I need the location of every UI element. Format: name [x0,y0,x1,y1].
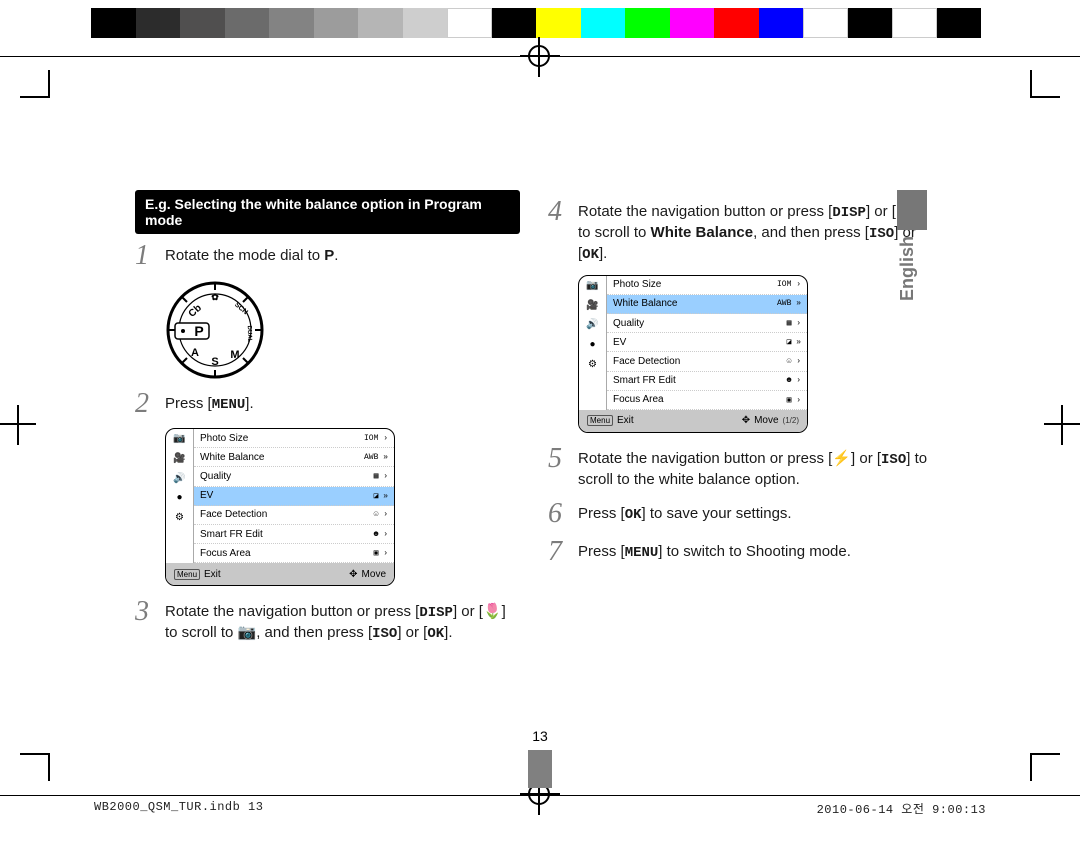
macro-icon: 🌷 [483,603,502,620]
osd-row: Smart FR Edit☻ › [194,525,394,544]
svg-text:✿: ✿ [211,292,219,302]
gear-tab-icon: ⚙ [166,508,193,528]
iso-button-label: ISO [372,626,397,642]
step-5: 5 Rotate the navigation button or press … [548,445,933,490]
left-column: E.g. Selecting the white balance option … [135,190,520,654]
example-heading: E.g. Selecting the white balance option … [135,190,520,234]
osd-row-selected: EV◪ » [194,487,394,506]
trim-tick [1030,96,1060,98]
camera-tab-icon: 📷 [579,276,606,296]
menu-button-label: MENU [212,397,246,413]
page-number-bar [528,750,552,788]
page-number: 13 [532,728,548,744]
step-number: 3 [135,598,155,644]
gear-tab-icon: ⚙ [579,354,606,374]
osd-tab-icons: 📷 🎥 🔊 ● ⚙ [166,429,194,563]
camera-tab-icon: 📷 [166,429,193,449]
osd-row: Face Detection☺ › [607,352,807,371]
step-7: 7 Press [MENU] to switch to Shooting mod… [548,538,933,566]
osd-footer: MenuExit ✥Move(1/2) [579,410,807,432]
language-tab: English [897,190,927,301]
svg-text:P: P [194,323,203,339]
step-number: 4 [548,198,568,265]
video-tab-icon: 🎥 [166,449,193,469]
nav-icon: ✥ [349,569,357,580]
trim-tick [20,96,50,98]
trim-tick [1030,70,1032,98]
osd-row-selected: White BalanceAWB » [607,295,807,314]
step-number: 6 [548,500,568,528]
osd-row: Photo SizeIOM › [194,429,394,448]
prepress-footer: WB2000_QSM_TUR.indb 13 2010-06-14 오전 9:0… [94,800,986,817]
osd-row: EV◪ » [607,333,807,352]
ok-button-label: OK [427,626,444,642]
osd-row: Quality▦ › [194,467,394,486]
color-calibration-bar [91,8,981,38]
disp-button-label: DISP [832,205,866,221]
trim-tick [1030,753,1060,755]
white-balance-label: White Balance [651,224,754,241]
language-tab-bar [897,190,927,230]
iso-button-label: ISO [869,226,894,242]
flash-icon: ⚡ [832,450,851,467]
dot-tab-icon: ● [579,335,606,355]
sound-tab-icon: 🔊 [579,315,606,335]
svg-text:A: A [191,347,199,359]
right-column: English 4 Rotate the navigation button o… [548,190,933,654]
svg-text:SCN: SCN [233,301,249,316]
osd-row: White BalanceAWB » [194,448,394,467]
osd-row: Face Detection☺ › [194,506,394,525]
trim-tick [1030,753,1032,781]
step-number: 2 [135,390,155,418]
osd-footer: MenuExit ✥Move [166,563,394,585]
ok-button-label: OK [582,247,599,263]
camera-icon: 📷 [238,624,257,641]
trim-tick [48,70,50,98]
svg-text:S: S [211,356,218,368]
osd-row: Focus Area▣ › [607,391,807,410]
menu-osd-1: 📷 🎥 🔊 ● ⚙ Photo SizeIOM › White BalanceA… [165,428,395,586]
video-tab-icon: 🎥 [579,295,606,315]
step-3: 3 Rotate the navigation button or press … [135,598,520,644]
menu-button-label: MENU [625,545,659,561]
trim-tick [48,753,50,781]
trim-tick [20,753,50,755]
step-2: 2 Press [MENU]. [135,390,520,418]
step-6: 6 Press [OK] to save your settings. [548,500,933,528]
iso-button-label: ISO [881,452,906,468]
step-number: 5 [548,445,568,490]
osd-row: Focus Area▣ › [194,544,394,563]
ok-button-label: OK [625,507,642,523]
timestamp-label: 2010-06-14 오전 9:00:13 [817,800,986,817]
mode-p-label: P [324,247,334,264]
step-number: 1 [135,242,155,270]
nav-icon: ✥ [742,415,750,426]
svg-text:DUAL: DUAL [246,326,253,343]
disp-button-label: DISP [419,605,453,621]
menu-osd-2: 📷 🎥 🔊 ● ⚙ Photo SizeIOM › White BalanceA… [578,275,808,433]
step-4: 4 Rotate the navigation button or press … [548,198,933,265]
osd-row: Photo SizeIOM › [607,276,807,295]
svg-text:M: M [230,349,239,361]
sound-tab-icon: 🔊 [166,468,193,488]
dot-tab-icon: ● [166,488,193,508]
mode-dial-illustration: P ✿ SCN DUAL Cb A S M [165,280,265,380]
language-label: English [897,236,918,301]
osd-tab-icons: 📷 🎥 🔊 ● ⚙ [579,276,607,410]
osd-row: Smart FR Edit☻ › [607,372,807,391]
fold-mark-left [0,405,36,445]
registration-mark-top [520,37,560,77]
step-1: 1 Rotate the mode dial to P. [135,242,520,270]
step-number: 7 [548,538,568,566]
osd-row: Quality▦ › [607,314,807,333]
fold-mark-right [1044,405,1080,445]
source-file-label: WB2000_QSM_TUR.indb 13 [94,800,263,817]
